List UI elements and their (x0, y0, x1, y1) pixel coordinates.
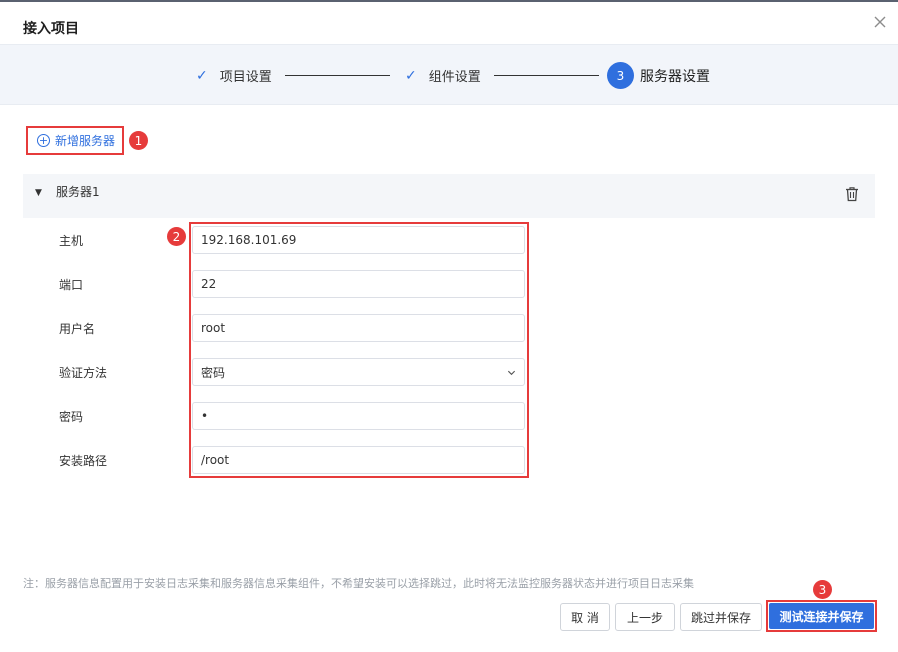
form-highlight-frame (189, 222, 529, 478)
plus-circle-icon: + (37, 134, 50, 147)
annotation-badge: 3 (813, 580, 832, 599)
password-input[interactable]: • (201, 409, 208, 423)
step-component-settings[interactable]: ✓ 组件设置 (405, 45, 481, 106)
auth-method-value: 密码 (201, 365, 226, 380)
caret-down-icon[interactable]: ▼ (35, 188, 42, 198)
dialog: 接入项目 ✓ 项目设置 ✓ 组件设置 3 服务器设置 + 新增服务器 1 ▼ 服… (0, 0, 898, 652)
step-project-settings[interactable]: ✓ 项目设置 (196, 45, 272, 106)
test-connection-save-button[interactable]: 测试连接并保存 (769, 603, 874, 629)
step-connector (285, 75, 390, 76)
add-server-label: 新增服务器 (55, 134, 116, 148)
close-icon[interactable] (871, 13, 889, 31)
step-server-settings[interactable]: 3 服务器设置 (607, 45, 710, 106)
prev-step-button[interactable]: 上一步 (615, 603, 675, 631)
install-path-input[interactable] (201, 453, 524, 467)
cancel-button[interactable]: 取 消 (560, 603, 610, 631)
port-field[interactable] (192, 270, 525, 298)
install-path-field[interactable] (192, 446, 525, 474)
dialog-title: 接入项目 (23, 21, 79, 37)
port-input[interactable] (201, 277, 524, 291)
auth-method-label: 验证方法 (59, 366, 108, 380)
check-icon: ✓ (196, 67, 208, 84)
host-label: 主机 (59, 234, 84, 248)
port-label: 端口 (59, 278, 84, 292)
steps-bar: ✓ 项目设置 ✓ 组件设置 3 服务器设置 (0, 44, 898, 105)
password-field[interactable]: • (192, 402, 525, 430)
server-panel-header[interactable]: ▼ 服务器1 (23, 174, 875, 218)
check-icon: ✓ (405, 67, 417, 84)
step-label: 项目设置 (219, 70, 272, 85)
dialog-header: 接入项目 (0, 2, 898, 44)
install-path-label: 安装路径 (59, 454, 108, 468)
skip-save-button[interactable]: 跳过并保存 (680, 603, 762, 631)
username-label: 用户名 (59, 322, 96, 336)
step-label: 组件设置 (428, 70, 481, 85)
username-field[interactable] (192, 314, 525, 342)
chevron-down-icon (507, 370, 516, 376)
host-field[interactable] (192, 226, 525, 254)
step-label: 服务器设置 (640, 68, 710, 85)
annotation-badge: 2 (167, 227, 186, 246)
host-input[interactable] (201, 233, 524, 247)
username-input[interactable] (201, 321, 524, 335)
password-label: 密码 (59, 410, 84, 424)
add-server-button[interactable]: + 新增服务器 (26, 126, 124, 155)
trash-icon[interactable] (845, 186, 861, 204)
footer-note: 注：服务器信息配置用于安装日志采集和服务器信息采集组件，不希望安装可以选择跳过，… (23, 577, 694, 590)
step-number: 3 (607, 62, 634, 89)
annotation-badge: 1 (129, 131, 148, 150)
server-name: 服务器1 (56, 185, 100, 199)
auth-method-select[interactable]: 密码 (192, 358, 525, 386)
step-connector (494, 75, 599, 76)
